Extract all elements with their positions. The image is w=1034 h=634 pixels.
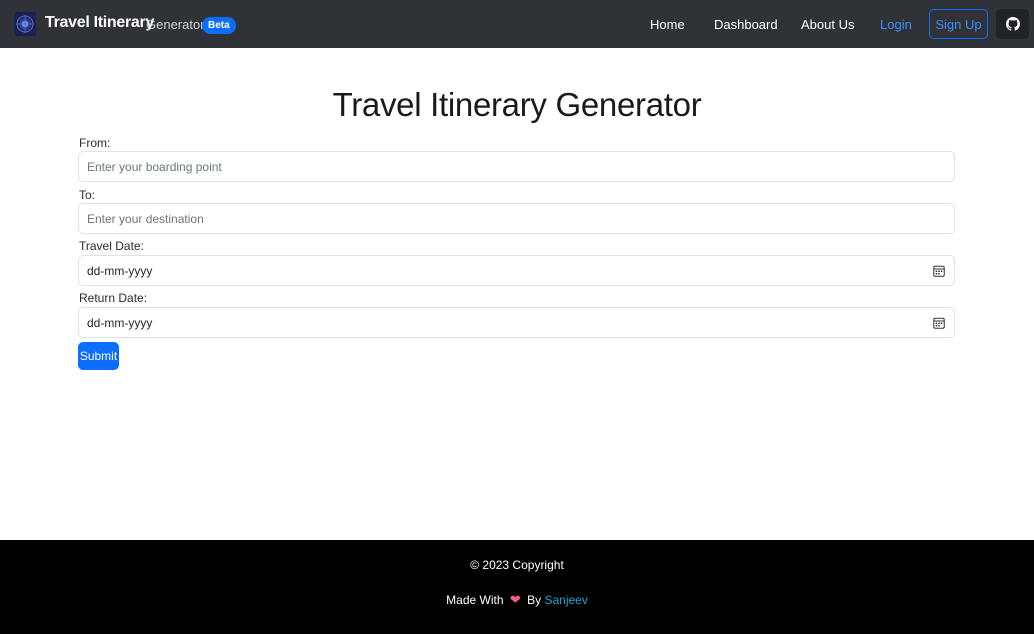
return-date-input[interactable]: dd-mm-yyyy — [78, 307, 955, 338]
from-label: From: — [79, 136, 111, 150]
return-date-value: dd-mm-yyyy — [87, 316, 153, 330]
travel-date-value: dd-mm-yyyy — [87, 264, 153, 278]
submit-button[interactable]: Submit — [78, 342, 119, 370]
calendar-icon[interactable] — [933, 265, 945, 277]
from-input[interactable] — [78, 151, 955, 182]
nav-about-link[interactable]: About Us — [801, 17, 854, 32]
footer: © 2023 Copyright Made With ❤ By Sanjeev — [0, 540, 1034, 634]
github-icon — [1005, 17, 1020, 31]
by-text: By — [527, 593, 542, 607]
brand-subtitle[interactable]: Generator — [146, 17, 205, 32]
calendar-icon[interactable] — [933, 317, 945, 329]
nav-home-link[interactable]: Home — [650, 17, 685, 32]
beta-badge: Beta — [202, 17, 236, 34]
travel-date-label: Travel Date: — [79, 239, 144, 253]
to-input[interactable] — [78, 203, 955, 234]
signup-label: Sign Up — [935, 16, 982, 32]
to-label: To: — [79, 188, 96, 202]
brand-title[interactable]: Travel Itinerary — [45, 14, 154, 32]
copyright-text: © 2023 Copyright — [470, 558, 564, 572]
return-date-label: Return Date: — [79, 291, 148, 305]
brand-logo-icon[interactable] — [14, 12, 36, 36]
signup-button[interactable]: Sign Up — [929, 9, 988, 39]
nav-login-link[interactable]: Login — [880, 17, 912, 32]
heart-icon: ❤ — [509, 592, 521, 607]
nav-dashboard-link[interactable]: Dashboard — [714, 17, 778, 32]
made-with-text: Made With — [446, 593, 504, 607]
travel-date-input[interactable]: dd-mm-yyyy — [78, 255, 955, 286]
github-button[interactable] — [996, 9, 1029, 39]
navbar: Travel Itinerary Generator Beta Home Das… — [0, 0, 1034, 48]
made-with-line: Made With ❤ By Sanjeev — [0, 592, 1034, 608]
page-title: Travel Itinerary Generator — [332, 86, 702, 123]
author-link[interactable]: Sanjeev — [544, 593, 587, 607]
